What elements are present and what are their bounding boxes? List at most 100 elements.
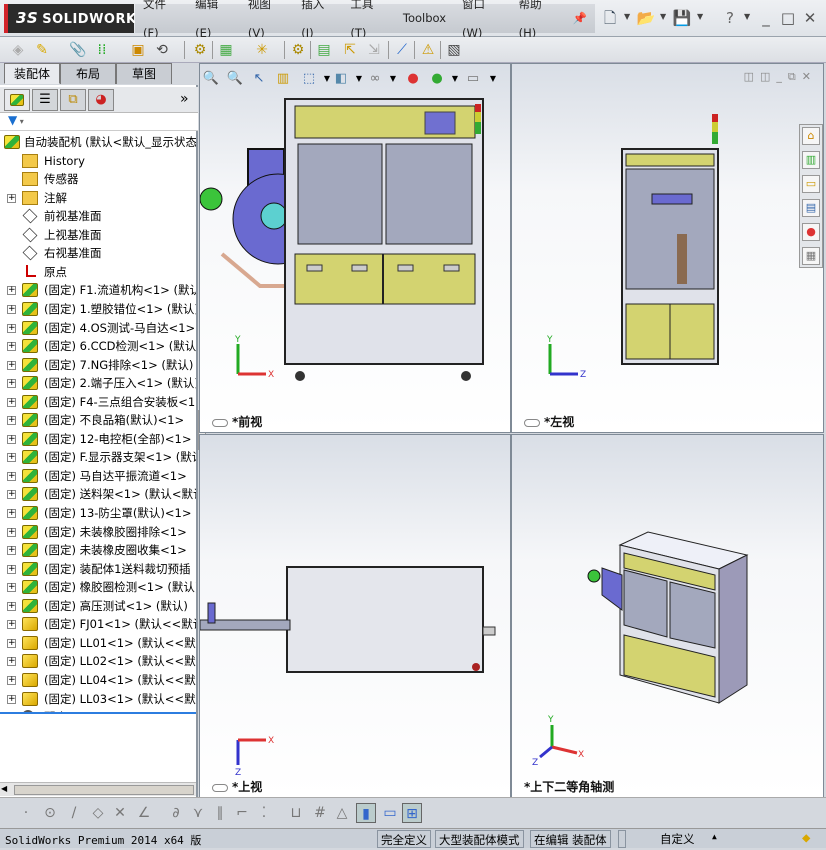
tree-item[interactable]: + (固定) FJ01<1> (默认<<默认>): [0, 615, 196, 633]
viewport-top[interactable]: ZX *上视: [199, 434, 511, 798]
chevron-down-icon[interactable]: ▼: [384, 70, 402, 88]
expand-icon[interactable]: +: [7, 694, 16, 704]
linear-pattern-icon[interactable]: ⁞⁞: [92, 40, 112, 60]
tree-item[interactable]: + (固定) LL03<1> (默认<<默认>): [0, 690, 196, 708]
tree-item[interactable]: 右视基准面: [0, 244, 196, 262]
chevron-up-icon[interactable]: ▲: [712, 832, 717, 841]
expand-icon[interactable]: +: [7, 657, 16, 667]
scroll-thumb[interactable]: [14, 785, 194, 795]
reference-geometry-icon[interactable]: ✳: [252, 40, 272, 60]
tree-item[interactable]: + (固定) 13-防尘罩(默认)<1>: [0, 504, 196, 522]
solidworks-logo[interactable]: 3S SOLIDWORKS: [4, 4, 146, 33]
tree-root[interactable]: 自动装配机 (默认<默认_显示状态-1>): [0, 133, 196, 151]
viewport-isometric[interactable]: Y X Z *上下二等角轴测: [511, 434, 824, 798]
expand-icon[interactable]: +: [7, 453, 16, 463]
tree-item[interactable]: + (固定) 橡胶圈检测<1> (默认): [0, 578, 196, 596]
tab-assembly[interactable]: 装配体: [4, 63, 60, 84]
chevron-down-icon[interactable]: ▼: [446, 70, 464, 88]
expand-icon[interactable]: +: [7, 564, 16, 574]
menu-toolbox[interactable]: Toolbox: [395, 4, 454, 33]
pushpin-icon[interactable]: 📌: [565, 4, 595, 33]
feature-manager-icon[interactable]: [4, 89, 30, 111]
trim-icon[interactable]: ✕: [110, 803, 130, 823]
appearances-icon[interactable]: ●: [802, 223, 820, 241]
insert-component-icon[interactable]: ◈: [8, 40, 28, 60]
design-library-icon[interactable]: ▥: [802, 151, 820, 169]
expand-icon[interactable]: +: [7, 342, 16, 352]
tree-item[interactable]: + (固定) 未装橡皮圈收集<1>: [0, 541, 196, 559]
tree-item[interactable]: 前视基准面: [0, 207, 196, 225]
tree-item[interactable]: + (固定) 高压测试<1> (默认): [0, 597, 196, 615]
section-view-icon[interactable]: ▥: [274, 70, 292, 88]
chevron-down-icon[interactable]: ▼: [660, 12, 666, 21]
new-motion-study-icon[interactable]: ⚙: [288, 40, 308, 60]
angle-icon[interactable]: ∠: [134, 803, 154, 823]
expand-icon[interactable]: +: [7, 416, 16, 426]
expand-icon[interactable]: +: [7, 434, 16, 444]
shaded-view-icon[interactable]: ▮: [356, 803, 376, 823]
dimension-icon[interactable]: ⁚: [254, 803, 274, 823]
minimize-button[interactable]: _: [756, 8, 776, 28]
single-view-icon[interactable]: ▭: [380, 803, 400, 823]
edit-appearance-icon[interactable]: ●: [404, 70, 422, 88]
expand-icon[interactable]: +: [7, 323, 16, 333]
tree-item[interactable]: + (固定) F4-三点组合安装板<1>: [0, 393, 196, 411]
horizontal-scrollbar[interactable]: ◀: [0, 782, 196, 796]
expand-icon[interactable]: +: [7, 490, 16, 500]
tree-item[interactable]: + (固定) LL04<1> (默认<<默认>): [0, 671, 196, 689]
show-hidden-icon[interactable]: ⚙: [190, 40, 210, 60]
tree-item[interactable]: + (固定) 装配体1送料裁切预插: [0, 560, 196, 578]
tree-item[interactable]: + (固定) 2.端子压入<1> (默认): [0, 374, 196, 392]
save-icon[interactable]: 💾: [672, 8, 692, 28]
tree-item[interactable]: + (固定) 6.CCD检测<1> (默认): [0, 337, 196, 355]
expand-icon[interactable]: +: [7, 379, 16, 389]
tree-item[interactable]: 原点: [0, 263, 196, 281]
new-document-icon[interactable]: 🗋: [600, 8, 620, 28]
scroll-left-icon[interactable]: ◀: [1, 784, 7, 793]
grid-icon[interactable]: #: [310, 803, 330, 823]
parallel-icon[interactable]: ∥: [210, 803, 230, 823]
four-view-icon[interactable]: ⊞: [402, 803, 422, 823]
expand-icon[interactable]: +: [7, 397, 16, 407]
display-manager-icon[interactable]: ◕: [88, 89, 114, 111]
chevron-down-icon[interactable]: ▼: [484, 70, 502, 88]
view-palette-icon[interactable]: ▤: [802, 199, 820, 217]
help-icon[interactable]: ?: [720, 8, 740, 28]
quick-tips-icon[interactable]: ◆: [802, 830, 810, 846]
tree-item[interactable]: + (固定) 不良品箱(默认)<1>: [0, 411, 196, 429]
link-views-icon[interactable]: [212, 783, 228, 792]
expand-icon[interactable]: +: [7, 583, 16, 593]
exploded-view-icon[interactable]: ⇱: [340, 40, 360, 60]
tree-item[interactable]: + (固定) LL02<1> (默认<<默认>): [0, 652, 196, 670]
tree-item[interactable]: 上视基准面: [0, 226, 196, 244]
expand-icon[interactable]: +: [7, 527, 16, 537]
tree-item[interactable]: + (固定) LL01<1> (默认<<默认>): [0, 634, 196, 652]
expand-icon[interactable]: +: [7, 286, 16, 296]
fillet-icon[interactable]: ∂: [166, 803, 186, 823]
zoom-to-fit-icon[interactable]: 🔍: [202, 70, 220, 88]
tree-item[interactable]: + (固定) 4.OS测试-马自达<1>: [0, 319, 196, 337]
circle-icon[interactable]: ⊙: [40, 803, 60, 823]
point-icon[interactable]: ·: [16, 803, 36, 823]
solidworks-resources-icon[interactable]: ⌂: [802, 127, 820, 145]
configuration-manager-icon[interactable]: ⧉: [60, 89, 86, 111]
expand-icon[interactable]: +: [7, 675, 16, 685]
smart-dimension-icon[interactable]: ⊔: [286, 803, 306, 823]
tree-item[interactable]: + (固定) F.显示器支架<1> (默认): [0, 448, 196, 466]
tree-item[interactable]: + (固定) 12-电控柜(全部)<1>: [0, 430, 196, 448]
maximize-button[interactable]: □: [778, 8, 798, 28]
tree-item[interactable]: 传感器: [0, 170, 196, 188]
link-views-icon[interactable]: [212, 418, 228, 427]
expand-icon[interactable]: +: [7, 601, 16, 611]
view-settings-icon[interactable]: ▭: [464, 70, 482, 88]
expand-icon[interactable]: +: [7, 193, 16, 203]
filter-icon[interactable]: ▼ ▾: [0, 113, 198, 131]
open-folder-icon[interactable]: 📂: [636, 8, 656, 28]
line-icon[interactable]: /: [64, 803, 84, 823]
expand-icon[interactable]: +: [7, 509, 16, 518]
previous-view-icon[interactable]: ↖: [250, 70, 268, 88]
interference-detection-icon[interactable]: ⟋: [392, 40, 412, 60]
tree-item[interactable]: + (固定) 送料架<1> (默认<默认>): [0, 485, 196, 503]
tree-item[interactable]: + 注解: [0, 189, 196, 207]
zoom-area-icon[interactable]: 🔍: [226, 70, 244, 88]
